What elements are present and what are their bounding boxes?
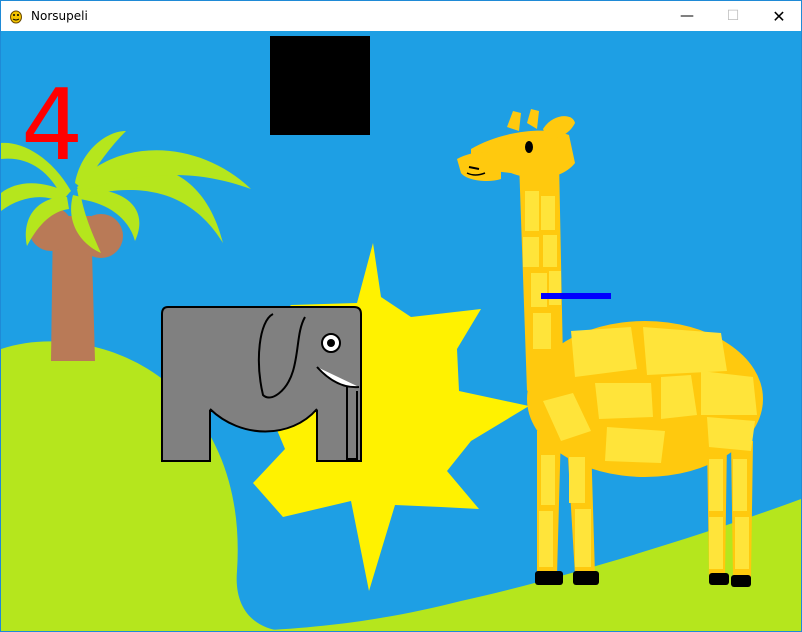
window-title: Norsupeli — [31, 9, 88, 23]
score-counter: 4 — [21, 69, 83, 183]
app-window: Norsupeli — ☐ ✕ 4 — [0, 0, 802, 632]
game-scene: 4 — [1, 31, 801, 631]
title-bar[interactable]: Norsupeli — ☐ ✕ — [1, 1, 801, 31]
close-button[interactable]: ✕ — [756, 1, 801, 31]
game-canvas[interactable]: 4 — [1, 31, 801, 631]
app-icon — [10, 10, 22, 24]
falling-black-box — [270, 36, 370, 135]
minimize-button[interactable]: — — [664, 1, 710, 31]
maximize-button[interactable]: ☐ — [710, 1, 756, 31]
giraffe-health-bar — [541, 293, 611, 299]
